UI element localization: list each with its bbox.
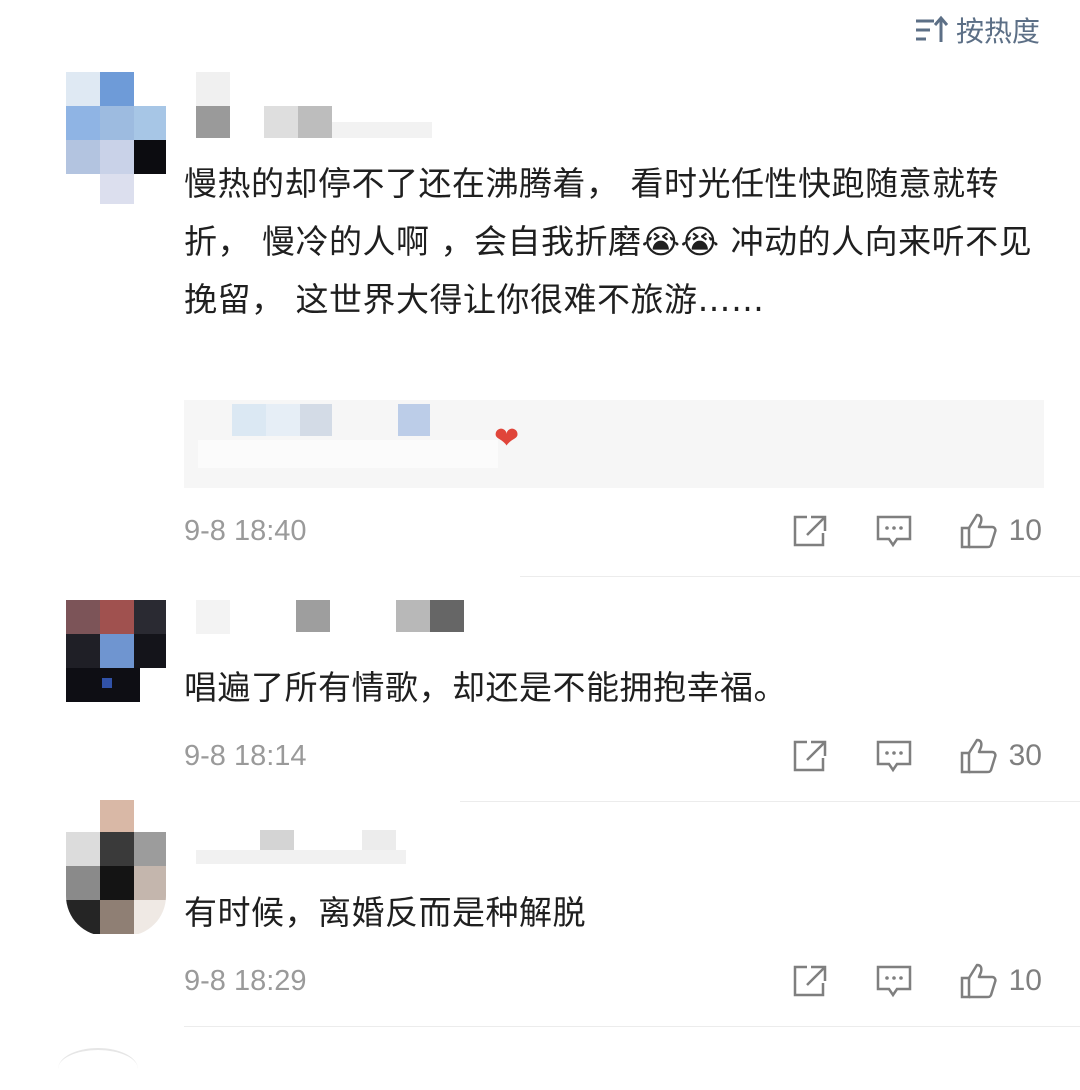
sort-icon: [914, 15, 948, 45]
divider: [184, 1026, 1080, 1027]
thumbs-up-icon: [959, 512, 999, 550]
comment-icon: [875, 963, 913, 999]
avatar[interactable]: [66, 800, 166, 936]
username[interactable]: [196, 830, 426, 870]
comment-text: 唱遍了所有情歌，却还是不能拥抱幸福。: [184, 668, 787, 707]
comment-time: 9-8 18:29: [184, 965, 307, 997]
divider: [520, 576, 1080, 577]
like-button[interactable]: 10: [959, 512, 1042, 550]
like-count: 10: [1008, 514, 1042, 547]
share-icon: [791, 513, 829, 549]
comment-icon: [875, 513, 913, 549]
thumbs-up-icon: [959, 737, 999, 775]
thumbs-up-icon: [959, 962, 999, 1000]
comment-actions: 30: [791, 737, 1042, 775]
avatar[interactable]: [58, 1048, 138, 1090]
reply-button[interactable]: [875, 738, 913, 774]
like-count: 10: [1008, 964, 1042, 997]
reply-preview[interactable]: ❤: [184, 400, 1044, 488]
share-button[interactable]: [791, 963, 829, 999]
avatar[interactable]: [66, 72, 166, 204]
comment-time: 9-8 18:14: [184, 740, 307, 772]
comment-actions: 10: [791, 512, 1042, 550]
reply-button[interactable]: [875, 513, 913, 549]
share-button[interactable]: [791, 513, 829, 549]
comment-icon: [875, 738, 913, 774]
share-icon: [791, 963, 829, 999]
comment-time: 9-8 18:40: [184, 515, 307, 547]
divider: [460, 801, 1080, 802]
sort-label: 按热度: [955, 15, 1040, 48]
username[interactable]: [196, 600, 466, 640]
like-count: 30: [1008, 739, 1042, 772]
comment-actions: 10: [791, 962, 1042, 1000]
comment-text: 慢热的却停不了还在沸腾着， 看时光任性快跑随意就转折， 慢冷的人啊 ，会自我折磨…: [184, 164, 1033, 319]
share-icon: [791, 738, 829, 774]
share-button[interactable]: [791, 738, 829, 774]
heart-icon: ❤: [494, 421, 520, 456]
avatar[interactable]: [66, 600, 166, 712]
like-button[interactable]: 30: [959, 737, 1042, 775]
reply-button[interactable]: [875, 963, 913, 999]
username[interactable]: [196, 72, 436, 138]
comment-text: 有时候，离婚反而是种解脱: [184, 893, 586, 932]
sort-by-hot-button[interactable]: 按热度: [914, 10, 1040, 50]
like-button[interactable]: 10: [959, 962, 1042, 1000]
